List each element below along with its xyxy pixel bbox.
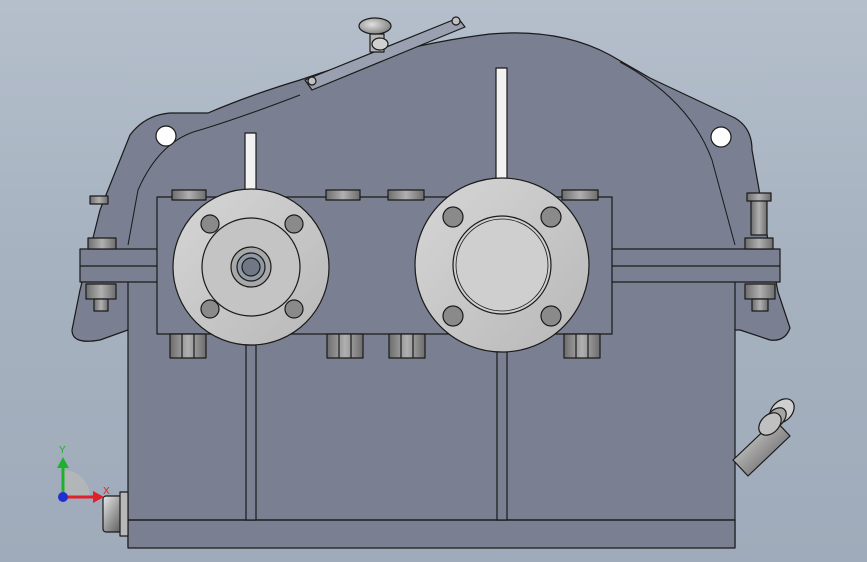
breather-cap — [358, 17, 392, 35]
output-bearing-cap — [414, 177, 590, 353]
gearbox-model[interactable]: Y X — [0, 0, 867, 562]
coordinate-triad: Y X — [57, 445, 110, 503]
input-shaft — [244, 132, 257, 192]
triad-x-label: X — [103, 486, 110, 497]
input-bearing-cap — [172, 188, 330, 346]
cover-screw-left — [307, 76, 317, 86]
rib-right — [496, 344, 508, 521]
rib-left — [245, 344, 257, 521]
breather-nut — [371, 37, 389, 51]
output-shaft — [495, 67, 508, 181]
oil-dipstick — [732, 398, 795, 477]
triad-y-label: Y — [59, 445, 66, 456]
cad-viewport[interactable]: Y X — [0, 0, 867, 562]
cover-screw-right — [451, 16, 461, 26]
triad-quadrant — [63, 470, 90, 497]
lifting-lug-hole-left — [155, 125, 177, 147]
triad-z-axis-icon — [58, 492, 68, 502]
drain-plug — [102, 491, 129, 537]
triad-y-arrow-icon — [57, 457, 69, 468]
lifting-lug-hole-right — [710, 126, 732, 148]
base-plate — [127, 519, 736, 549]
